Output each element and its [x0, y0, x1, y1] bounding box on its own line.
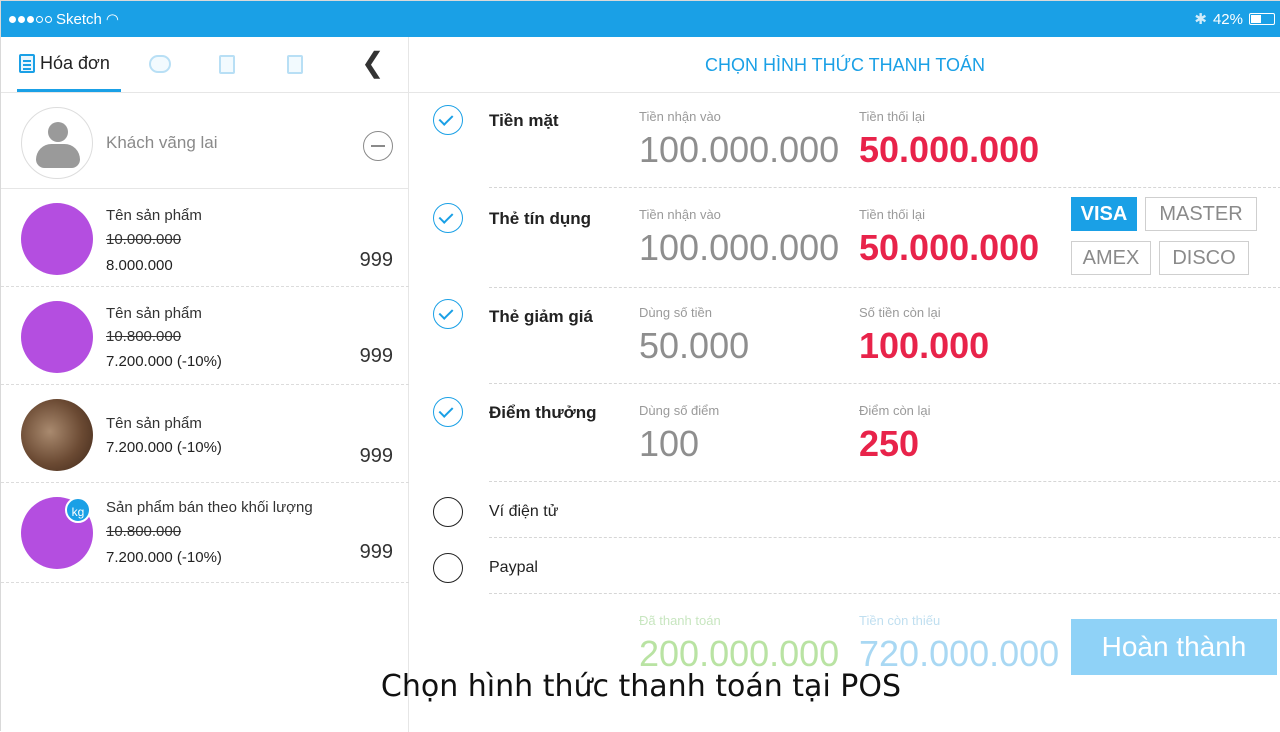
- customers-icon[interactable]: [149, 55, 171, 73]
- change-amount: 50.000.000: [859, 129, 1040, 170]
- signal-icon: [9, 15, 52, 23]
- change-caption: Tiền thối lại: [859, 109, 925, 124]
- product-item[interactable]: Tên sản phẩm 10.000.000 8.000.000 999: [1, 189, 409, 287]
- customer-name: Khách vãng lai: [106, 133, 218, 152]
- product-item[interactable]: Tên sản phẩm 7.200.000 (-10%) 999: [1, 385, 409, 483]
- video-caption: Chọn hình thức thanh toán tại POS: [380, 669, 902, 704]
- received-caption: Tiền nhận vào: [639, 207, 721, 222]
- method-label: Ví điện tử: [489, 503, 559, 520]
- customer-row[interactable]: Khách vãng lai: [1, 93, 409, 189]
- received-caption: Tiền nhận vào: [639, 109, 721, 124]
- use-points-caption: Dùng số điểm: [639, 403, 720, 418]
- received-amount[interactable]: 100.000.000: [639, 129, 839, 171]
- paid-caption: Đã thanh toán: [639, 613, 721, 628]
- page-title: CHỌN HÌNH THỨC THANH TOÁN: [409, 37, 1280, 93]
- product-item[interactable]: kg Sản phẩm bán theo khối lượng 10.800.0…: [1, 483, 409, 583]
- invoice-tabs: Hóa đơn ❮: [1, 37, 409, 93]
- check-icon[interactable]: [433, 105, 463, 135]
- invoice-icon: [19, 54, 35, 73]
- product-price: 7.200.000 (-10%): [106, 549, 222, 566]
- product-thumbnail: [21, 301, 93, 373]
- method-label: Thẻ tín dụng: [489, 209, 591, 228]
- payment-panel: CHỌN HÌNH THỨC THANH TOÁN Tiền mặt Tiền …: [409, 37, 1280, 732]
- check-icon[interactable]: [433, 203, 463, 233]
- method-label: Thẻ giảm giá: [489, 307, 593, 326]
- tab-active-indicator: [17, 89, 121, 92]
- remaining-points-value: 250: [859, 423, 920, 464]
- product-price: 7.200.000 (-10%): [106, 353, 222, 370]
- bluetooth-icon: ✱: [1194, 11, 1207, 28]
- app-window: Sketch ◠ ✱ 42% Hóa đơn ❮ Khách vãng lai: [0, 0, 1280, 732]
- status-bar: Sketch ◠ ✱ 42%: [1, 1, 1280, 37]
- payment-method-cash[interactable]: Tiền mặt Tiền nhận vào 100.000.000 Tiền …: [409, 93, 1280, 188]
- row-divider: [489, 593, 1280, 594]
- use-amount-caption: Dùng số tiền: [639, 305, 712, 320]
- remove-customer-icon[interactable]: [363, 131, 393, 161]
- product-quantity[interactable]: 999: [360, 345, 393, 368]
- product-thumbnail: [21, 399, 93, 471]
- tab-invoice-label: Hóa đơn: [40, 53, 110, 73]
- change-amount: 50.000.000: [859, 227, 1040, 268]
- remaining-points-caption: Điểm còn lại: [859, 403, 931, 418]
- back-icon[interactable]: ❮: [361, 49, 384, 77]
- product-old-price: 10.000.000: [106, 231, 182, 248]
- document-icon[interactable]: [219, 55, 235, 74]
- remaining-caption: Số tiền còn lại: [859, 305, 941, 320]
- product-price: 8.000.000: [106, 257, 173, 274]
- payment-method-credit-card[interactable]: Thẻ tín dụng Tiền nhận vào 100.000.000 T…: [409, 187, 1280, 288]
- product-item[interactable]: Tên sản phẩm 10.800.000 7.200.000 (-10%)…: [1, 287, 409, 385]
- carrier-group: Sketch ◠: [9, 10, 119, 28]
- method-label: Điểm thưởng: [489, 403, 597, 422]
- product-thumbnail: [21, 203, 93, 275]
- wifi-icon: ◠: [105, 11, 119, 28]
- product-name: Tên sản phẩm: [106, 207, 202, 224]
- product-name: Tên sản phẩm: [106, 415, 202, 432]
- tab-invoice[interactable]: Hóa đơn: [19, 53, 110, 74]
- change-caption: Tiền thối lại: [859, 207, 925, 222]
- payment-method-paypal[interactable]: Paypal: [409, 537, 1280, 594]
- product-quantity[interactable]: 999: [360, 541, 393, 564]
- product-old-price: 10.800.000: [106, 523, 182, 540]
- product-name: Sản phẩm bán theo khối lượng: [106, 499, 313, 516]
- battery-icon: [1249, 13, 1275, 25]
- battery-percent: 42%: [1212, 10, 1243, 28]
- received-amount[interactable]: 100.000.000: [639, 227, 839, 269]
- battery-group: ✱ 42%: [1194, 10, 1275, 28]
- missing-caption: Tiền còn thiếu: [859, 613, 941, 628]
- customer-avatar: [21, 107, 93, 179]
- use-points-value[interactable]: 100: [639, 423, 699, 465]
- product-old-price: 10.800.000: [106, 328, 182, 345]
- remaining-value: 100.000: [859, 325, 990, 366]
- product-price: 7.200.000 (-10%): [106, 439, 222, 456]
- method-label: Tiền mặt: [489, 111, 559, 130]
- product-quantity[interactable]: 999: [360, 249, 393, 272]
- invoice-panel: Hóa đơn ❮ Khách vãng lai Tên sản phẩm 10…: [1, 37, 409, 732]
- note-icon[interactable]: [287, 55, 303, 74]
- radio-icon[interactable]: [433, 497, 463, 527]
- use-amount-value[interactable]: 50.000: [639, 325, 749, 367]
- carrier-name: Sketch: [56, 10, 102, 28]
- payment-method-reward-points[interactable]: Điểm thưởng Dùng số điểm 100 Điểm còn lạ…: [409, 383, 1280, 482]
- check-icon[interactable]: [433, 397, 463, 427]
- card-visa-button[interactable]: VISA: [1071, 197, 1137, 231]
- weight-badge: kg: [65, 497, 91, 523]
- card-discover-button[interactable]: DISCO: [1159, 241, 1249, 275]
- check-icon[interactable]: [433, 299, 463, 329]
- radio-icon[interactable]: [433, 553, 463, 583]
- product-name: Tên sản phẩm: [106, 305, 202, 322]
- card-amex-button[interactable]: AMEX: [1071, 241, 1151, 275]
- method-label: Paypal: [489, 559, 538, 576]
- card-master-button[interactable]: MASTER: [1145, 197, 1257, 231]
- payment-method-discount-card[interactable]: Thẻ giảm giá Dùng số tiền 50.000 Số tiền…: [409, 287, 1280, 384]
- payment-method-ewallet[interactable]: Ví điện tử: [409, 481, 1280, 538]
- product-quantity[interactable]: 999: [360, 445, 393, 468]
- complete-button[interactable]: Hoàn thành: [1071, 619, 1277, 675]
